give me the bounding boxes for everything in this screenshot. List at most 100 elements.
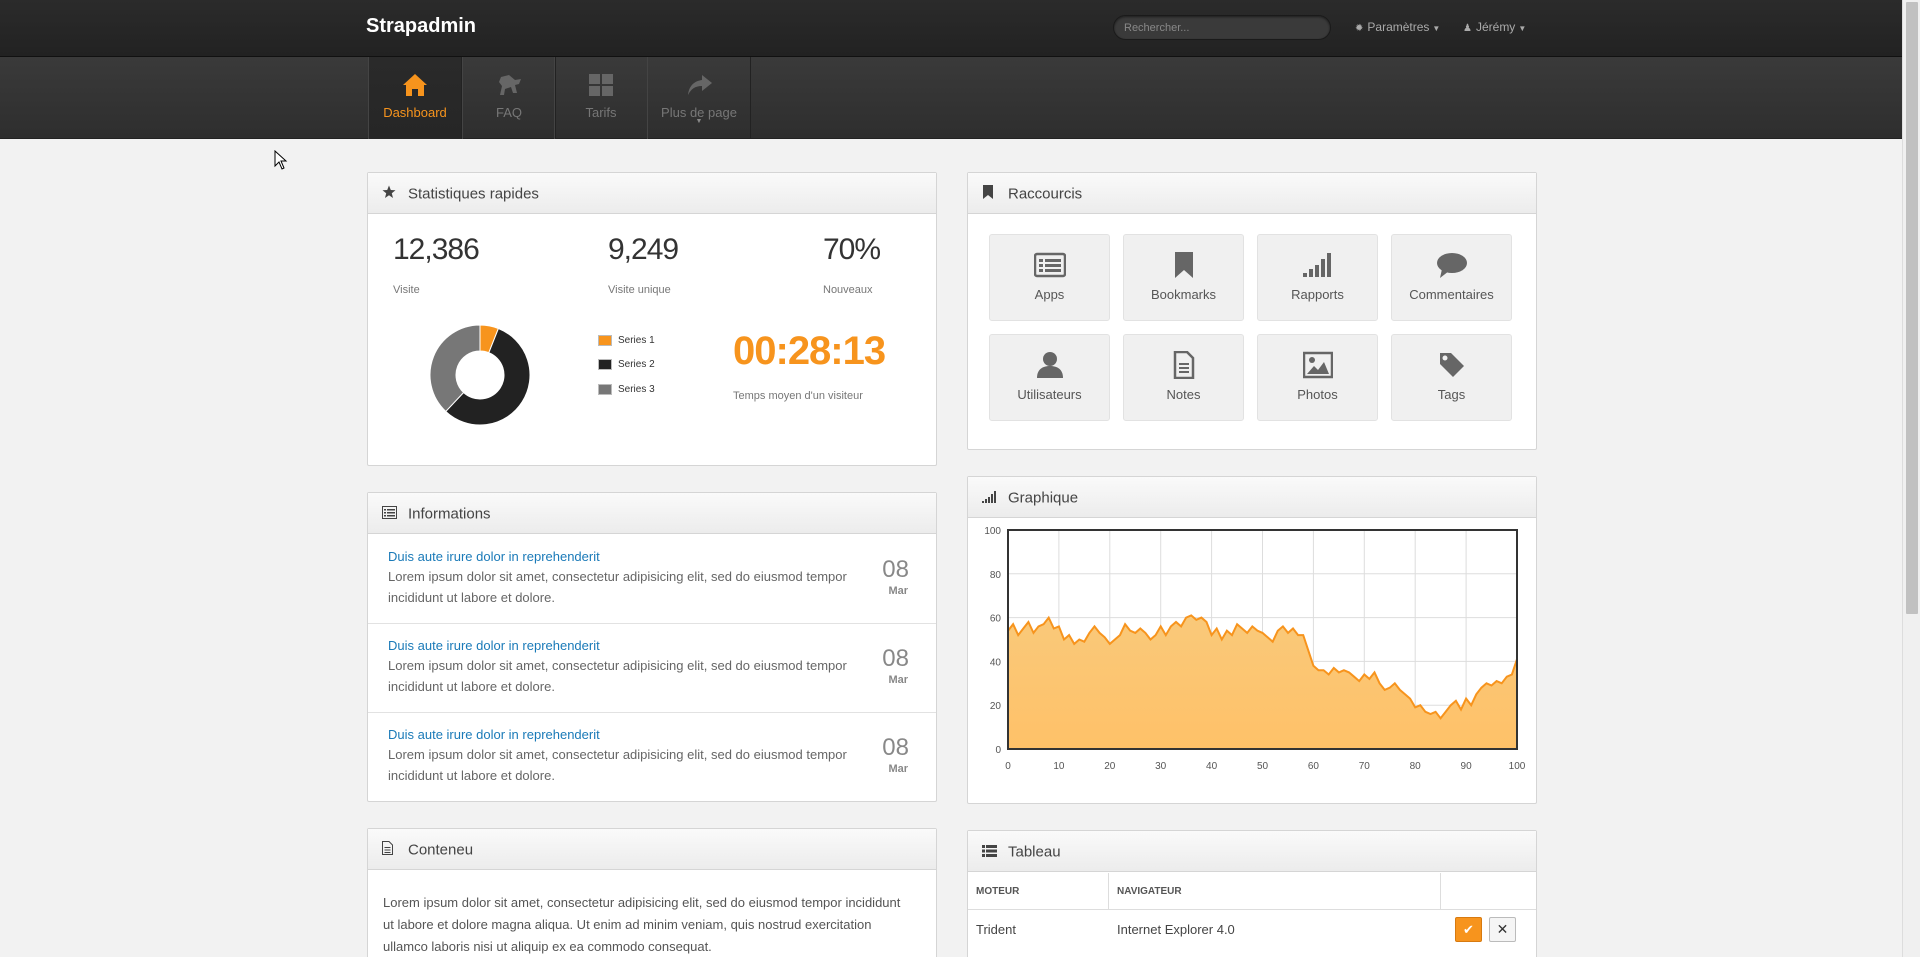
list-icon — [990, 251, 1109, 279]
widget-title: Raccourcis — [1008, 185, 1083, 203]
info-month: Mar — [888, 674, 908, 686]
info-link[interactable]: Duis aute irure dolor in reprehenderit — [388, 638, 600, 653]
list-item: Duis aute irure dolor in reprehenderit L… — [368, 624, 936, 713]
column-header — [1441, 873, 1536, 910]
legend-item: Series 1 — [598, 335, 655, 346]
widget-title: Graphique — [1008, 489, 1079, 507]
x-tick-label: 90 — [1461, 761, 1473, 772]
picture-icon — [1258, 351, 1377, 379]
widget-shortcuts: Raccourcis Apps Bookmarks Rapports Comme… — [967, 172, 1537, 450]
nav-faq[interactable]: FAQ — [462, 57, 556, 139]
info-link[interactable]: Duis aute irure dolor in reprehenderit — [388, 549, 600, 564]
brand-logo[interactable]: Strapadmin — [366, 15, 476, 38]
settings-menu[interactable]: ✹ Paramètres ▼ — [1355, 20, 1440, 34]
table-header: MOTEUR NAVIGATEUR — [968, 873, 1536, 910]
x-tick-label: 50 — [1257, 761, 1269, 772]
timer-value: 00:28:13 — [733, 329, 886, 373]
y-tick-label: 0 — [995, 745, 1001, 756]
stat-label: Nouveaux — [823, 284, 873, 296]
x-tick-label: 80 — [1410, 761, 1422, 772]
x-tick-label: 30 — [1155, 761, 1167, 772]
nav-label: FAQ — [495, 105, 522, 120]
widget-title: Statistiques rapides — [408, 185, 539, 203]
y-tick-label: 80 — [990, 570, 1002, 581]
top-navbar: Strapadmin ✹Paramètres▼ ♟Jérémy▼ — [0, 0, 1902, 57]
info-link[interactable]: Duis aute irure dolor in reprehenderit — [388, 727, 600, 742]
legend-label: Series 1 — [618, 335, 655, 347]
list-item: Duis aute irure dolor in reprehenderit L… — [368, 713, 936, 802]
cell-navigateur: Internet Explorer 4.0 — [1117, 922, 1235, 937]
y-tick-label: 40 — [990, 657, 1002, 668]
shortcut-rapports[interactable]: Rapports — [1257, 234, 1378, 321]
stat-value: 12,386 — [393, 233, 480, 266]
nav-label: Dashboard — [383, 105, 447, 120]
stat-value: 70% — [823, 233, 881, 266]
stat-value: 9,249 — [608, 233, 679, 266]
user-menu[interactable]: ♟ Jérémy ▼ — [1463, 20, 1526, 34]
shortcut-label: Notes — [1166, 387, 1201, 402]
shortcut-commentaires[interactable]: Commentaires — [1391, 234, 1512, 321]
content-paragraph: Lorem ipsum dolor sit amet, consectetur … — [383, 895, 901, 954]
search-input[interactable] — [1113, 15, 1331, 40]
confirm-button[interactable]: ✔ — [1455, 917, 1482, 942]
bookmark-icon — [982, 174, 1000, 215]
page-scrollbar[interactable] — [1902, 0, 1920, 957]
widget-header: Informations — [368, 493, 936, 534]
shortcut-photos[interactable]: Photos — [1257, 334, 1378, 421]
scrollbar-thumb[interactable] — [1906, 2, 1918, 614]
legend-item: Series 2 — [598, 359, 655, 370]
close-icon: ✕ — [1496, 921, 1509, 937]
share-icon — [648, 71, 750, 99]
caret-down-icon: ▼ — [1518, 24, 1527, 33]
stat-label: Visite unique — [608, 284, 671, 296]
x-tick-label: 70 — [1359, 761, 1371, 772]
user-icon: ♟ — [1463, 23, 1472, 34]
file-icon — [382, 830, 400, 871]
settings-menu-label: Paramètres — [1367, 20, 1430, 34]
shortcut-utilisateurs[interactable]: Utilisateurs — [989, 334, 1110, 421]
legend-swatch — [598, 335, 612, 346]
delete-button[interactable]: ✕ — [1489, 917, 1516, 942]
shortcut-label: Rapports — [1291, 287, 1344, 302]
widget-header: Statistiques rapides — [368, 173, 936, 214]
shortcut-label: Photos — [1297, 387, 1338, 402]
area-chart: 0 10 20 30 40 50 60 70 80 90 100 0 20 40 60 80 100 — [984, 526, 1525, 772]
shortcut-apps[interactable]: Apps — [989, 234, 1110, 321]
nav-dashboard[interactable]: Dashboard — [368, 57, 462, 139]
x-tick-label: 0 — [1005, 761, 1011, 772]
shortcut-bookmarks[interactable]: Bookmarks — [1123, 234, 1244, 321]
info-text: Lorem ipsum dolor sit amet, consectetur … — [388, 747, 847, 783]
widget-header: Raccourcis — [968, 173, 1536, 214]
widget-tableau: Tableau MOTEUR NAVIGATEUR Trident Intern… — [967, 830, 1537, 957]
signal-icon — [982, 478, 1000, 519]
shortcut-label: Apps — [1034, 287, 1065, 302]
comment-icon — [1392, 251, 1511, 279]
widget-informations: Informations Duis aute irure dolor in re… — [367, 492, 937, 802]
shortcut-label: Commentaires — [1409, 287, 1494, 302]
nav-tarifs[interactable]: Tarifs — [554, 57, 648, 139]
shortcut-tags[interactable]: Tags — [1391, 334, 1512, 421]
cell-moteur: Trident — [976, 922, 1016, 937]
list-item: Duis aute irure dolor in reprehenderit L… — [368, 535, 936, 624]
column-header[interactable]: NAVIGATEUR — [1109, 873, 1441, 910]
th-list-icon — [982, 832, 1000, 873]
info-day: 08 — [882, 734, 909, 761]
horse-icon — [463, 71, 555, 99]
caret-down-icon: ▼ — [1432, 24, 1441, 33]
donut-chart — [429, 324, 531, 426]
nav-plus-de-page[interactable]: Plus de page ▼ — [647, 57, 751, 139]
widget-header: Conteneu — [368, 829, 936, 870]
shortcut-notes[interactable]: Notes — [1123, 334, 1244, 421]
stat-label: Visite — [393, 284, 420, 296]
x-tick-label: 20 — [1104, 761, 1116, 772]
info-day: 08 — [882, 556, 909, 583]
widget-header: Tableau — [968, 831, 1536, 872]
gear-icon: ✹ — [1355, 23, 1364, 34]
legend-swatch — [598, 384, 612, 395]
main-subnav: Dashboard FAQ Tarifs Plus de page ▼ — [0, 57, 1902, 139]
y-tick-label: 60 — [990, 614, 1002, 625]
legend-label: Series 2 — [618, 359, 655, 371]
widget-title: Tableau — [1008, 843, 1061, 861]
info-month: Mar — [888, 763, 908, 775]
column-header[interactable]: MOTEUR — [968, 873, 1109, 910]
